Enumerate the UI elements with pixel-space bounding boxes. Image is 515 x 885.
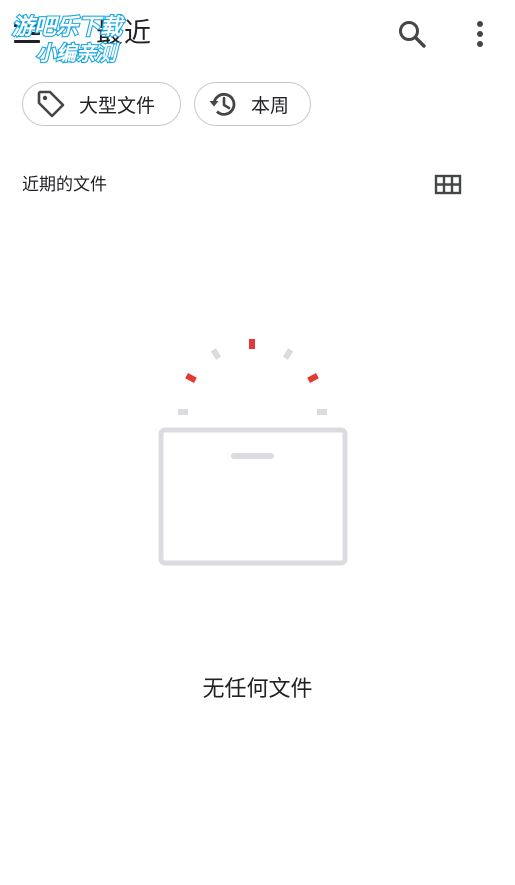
watermark-line1: 游吧乐下载 [12, 15, 125, 40]
chip-label: 本周 [251, 94, 290, 117]
search-icon[interactable] [394, 16, 430, 52]
ray-gray [210, 348, 222, 360]
grid-view-icon[interactable] [432, 170, 464, 200]
watermark-line2: 小编亲测 [36, 41, 120, 65]
chip-label: 大型文件 [79, 94, 156, 117]
section-title: 近期的文件 [22, 175, 107, 195]
chip-this-week[interactable]: 本周 [194, 82, 311, 126]
ray-gray [282, 348, 294, 360]
more-vert-icon[interactable] [464, 16, 496, 52]
ray-red [249, 339, 255, 349]
top-app-bar: 最近 游吧乐下载 小编亲测 [0, 0, 515, 68]
ray-red [185, 373, 197, 383]
ray-gray [178, 409, 188, 415]
empty-box-illustration [158, 339, 348, 566]
ray-gray [317, 409, 327, 415]
empty-state-message: 无任何文件 [202, 677, 313, 702]
chip-large-files[interactable]: 大型文件 [22, 82, 181, 126]
history-icon [209, 92, 236, 116]
ray-red [307, 373, 319, 383]
tag-icon [37, 90, 65, 118]
watermark-logo: 游吧乐下载 小编亲测 [11, 14, 126, 66]
